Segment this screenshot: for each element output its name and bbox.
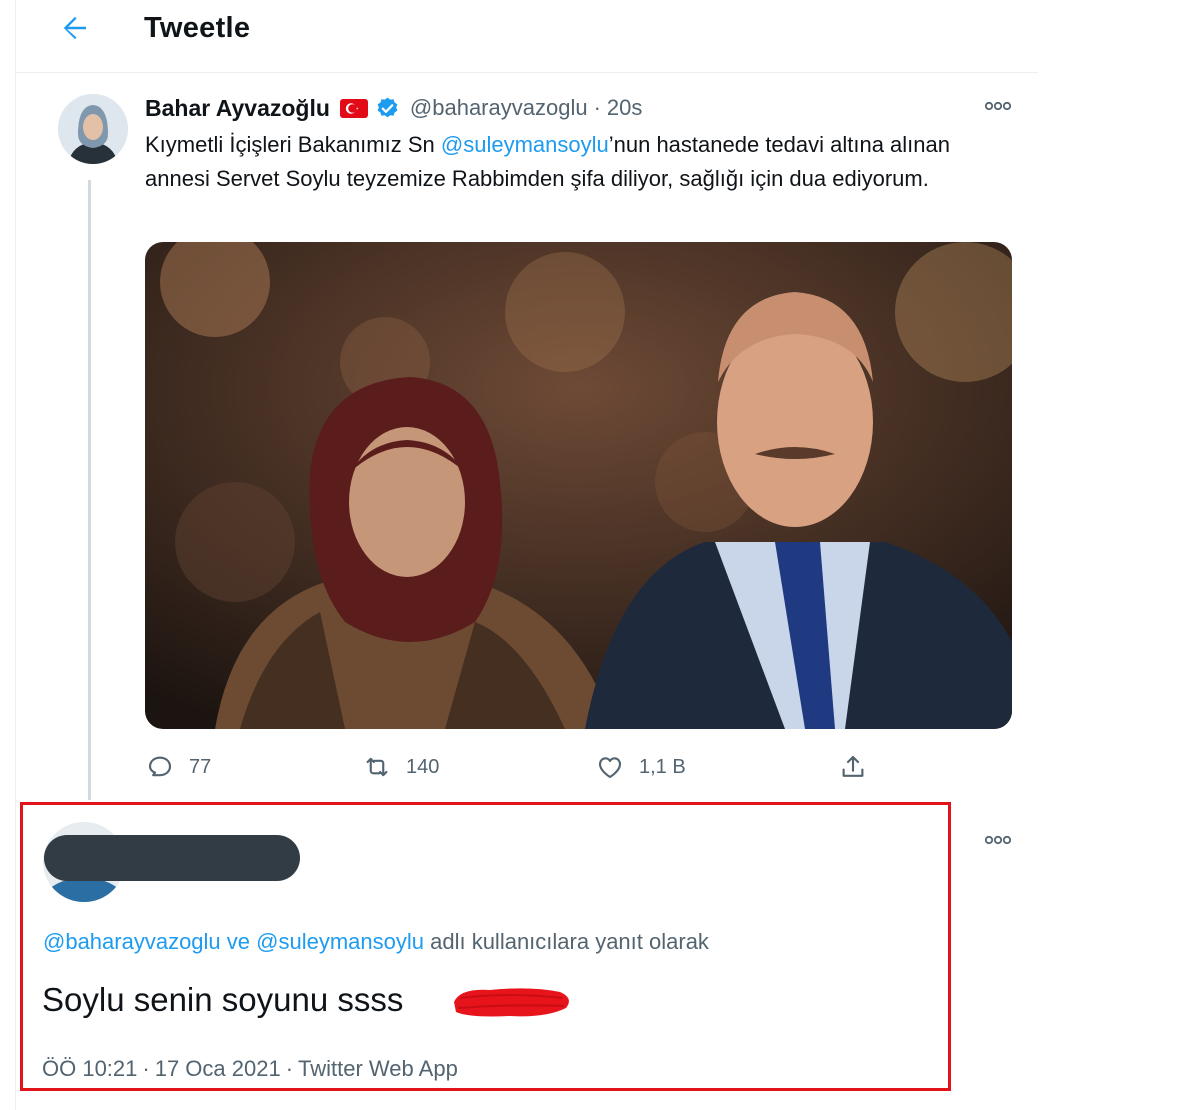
thread-line bbox=[88, 180, 91, 800]
retweet-action[interactable]: 140 bbox=[362, 752, 439, 782]
arrow-left-icon bbox=[63, 16, 86, 40]
tweet-text: Kıymetli İçişleri Bakanımız Sn @suleyman… bbox=[145, 128, 1010, 196]
meta-separator-1: · bbox=[142, 1056, 150, 1081]
meta-separator-2: · bbox=[285, 1056, 294, 1081]
redaction-bar bbox=[44, 835, 300, 881]
red-redaction-scribble bbox=[454, 988, 569, 1017]
heart-icon bbox=[598, 757, 622, 779]
reply-count: 77 bbox=[189, 755, 212, 778]
tweet-author-row: Bahar Ayvazoğlu @baharayvazoglu · 20s bbox=[145, 93, 642, 123]
reply-time[interactable]: ÖÖ 10:21 bbox=[42, 1056, 137, 1081]
reply-date[interactable]: 17 Oca 2021 bbox=[155, 1056, 281, 1081]
verified-badge-icon bbox=[377, 97, 398, 117]
tweet-photo[interactable] bbox=[145, 242, 1012, 729]
reply-meta: ÖÖ 10:21 · 17 Oca 2021 · Twitter Web App bbox=[42, 1056, 458, 1082]
reply-text: Soylu senin soyunu ssss bbox=[42, 981, 404, 1018]
retweet-icon bbox=[366, 757, 388, 777]
more-horizontal-icon bbox=[984, 835, 1012, 845]
tweet-time[interactable]: 20s bbox=[607, 95, 642, 121]
more-options-button[interactable] bbox=[982, 96, 1014, 116]
replying-connector: ve bbox=[220, 929, 257, 954]
page-header: Tweetle bbox=[16, 0, 1038, 73]
replying-to-line: @baharayvazoglu ve @suleymansoylu adlı k… bbox=[43, 929, 709, 955]
author-avatar[interactable] bbox=[58, 94, 128, 164]
column-border bbox=[15, 0, 16, 1110]
author-handle[interactable]: @baharayvazoglu bbox=[410, 95, 588, 121]
reply-more-options-button[interactable] bbox=[982, 830, 1014, 850]
mention-link[interactable]: @suleymansoylu bbox=[441, 132, 609, 157]
replying-suffix: adlı kullanıcılara yanıt olarak bbox=[424, 929, 709, 954]
turkey-flag-icon bbox=[339, 98, 368, 118]
share-action[interactable] bbox=[838, 752, 868, 782]
replying-mention-1[interactable]: @baharayvazoglu bbox=[43, 929, 221, 954]
replying-mention-2[interactable]: @suleymansoylu bbox=[256, 929, 424, 954]
reply-bubble-icon bbox=[148, 756, 172, 777]
share-upload-icon bbox=[842, 755, 864, 777]
reply-source: Twitter Web App bbox=[298, 1056, 458, 1081]
back-button[interactable] bbox=[56, 10, 92, 46]
page-title: Tweetle bbox=[144, 12, 251, 44]
retweet-count: 140 bbox=[406, 755, 440, 778]
tweet-text-start: Kıymetli İçişleri Bakanımız Sn bbox=[145, 132, 441, 157]
author-name[interactable]: Bahar Ayvazoğlu bbox=[145, 95, 330, 122]
more-horizontal-icon bbox=[984, 101, 1012, 111]
reply-action[interactable]: 77 bbox=[145, 752, 211, 782]
separator-dot: · bbox=[593, 95, 601, 120]
like-action[interactable]: 1,1 B bbox=[595, 752, 686, 782]
like-count: 1,1 B bbox=[639, 755, 686, 778]
